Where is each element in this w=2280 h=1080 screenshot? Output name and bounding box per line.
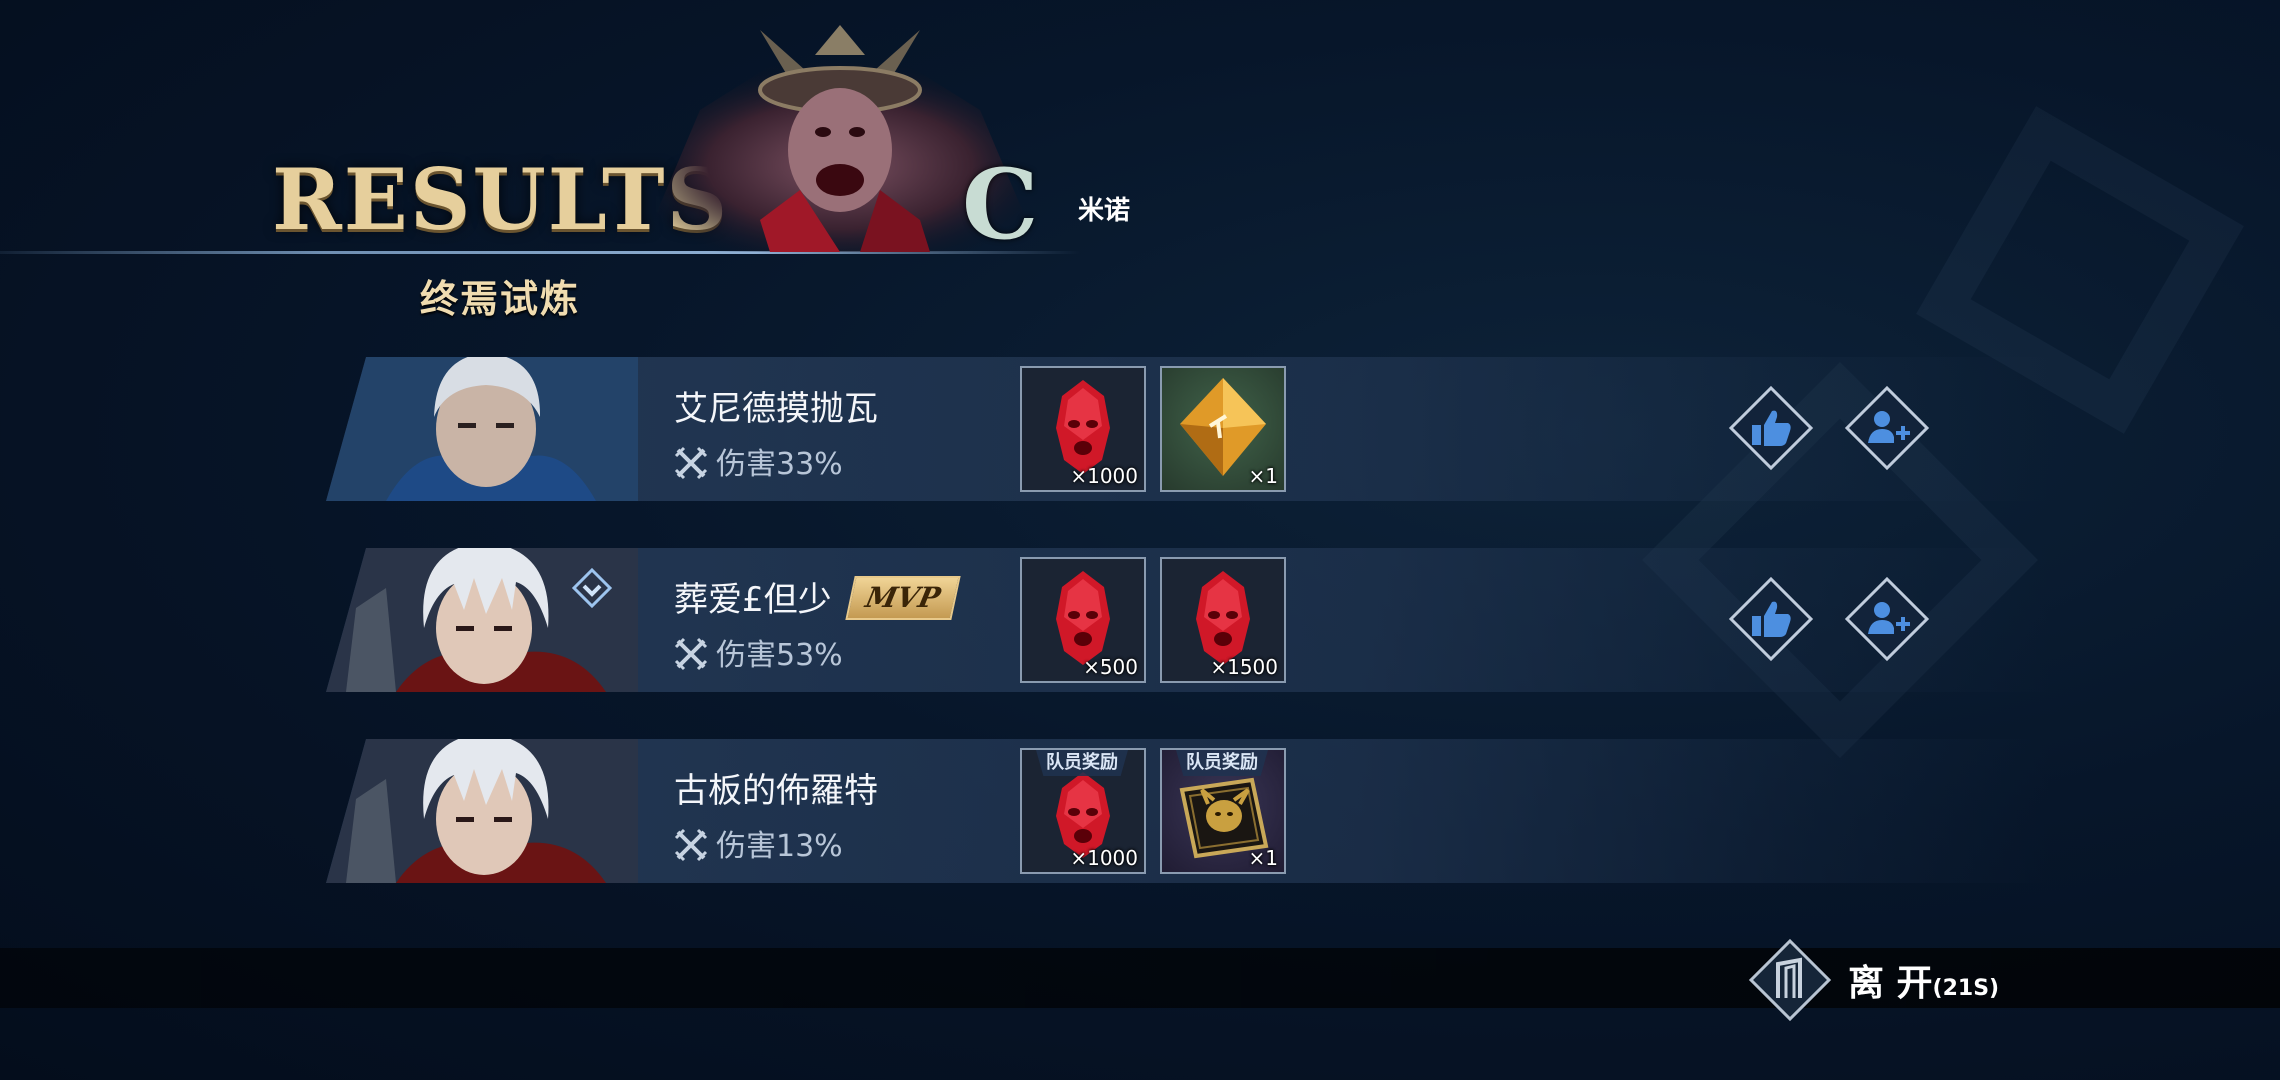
damage-label: 伤害 bbox=[716, 829, 776, 864]
reward-quantity: ×1000 bbox=[1070, 846, 1138, 870]
damage-percent: 53% bbox=[776, 638, 843, 673]
damage-percent: 33% bbox=[776, 447, 843, 482]
crossed-swords-icon bbox=[674, 637, 708, 671]
like-button[interactable] bbox=[1728, 576, 1814, 662]
player-name: 葬爱£但少 bbox=[674, 580, 832, 620]
reward-quantity: ×1000 bbox=[1070, 464, 1138, 488]
damage-stat: 伤害33% bbox=[674, 439, 843, 483]
player-row: 艾尼德摸抛瓦 伤害33% ×1000 ×1 bbox=[326, 357, 2050, 501]
like-button[interactable] bbox=[1728, 385, 1814, 471]
add-friend-button[interactable] bbox=[1844, 385, 1930, 471]
crossed-swords-icon bbox=[674, 828, 708, 862]
exit-door-icon bbox=[1748, 938, 1832, 1022]
boss-name: 米诺 bbox=[1078, 196, 1131, 226]
reward-quantity: ×1500 bbox=[1210, 655, 1278, 679]
player-portrait bbox=[326, 357, 638, 501]
grade-letter: C bbox=[962, 148, 1039, 261]
player-portrait bbox=[326, 739, 638, 883]
reward-item[interactable]: ×1500 bbox=[1160, 557, 1286, 683]
rank-badge-icon bbox=[571, 567, 613, 609]
mvp-badge: MVP bbox=[845, 576, 961, 620]
reward-quantity: ×1 bbox=[1248, 846, 1278, 870]
reward-quantity: ×1 bbox=[1248, 464, 1278, 488]
reward-quantity: ×500 bbox=[1083, 655, 1138, 679]
stage-subtitle: 终焉试炼 bbox=[420, 277, 581, 321]
damage-stat: 伤害53% bbox=[674, 630, 843, 674]
reward-item[interactable]: ×1 bbox=[1160, 366, 1286, 492]
player-row: 葬爱£但少 MVP 伤害53% ×500 ×1500 bbox=[326, 548, 2050, 692]
crossed-swords-icon bbox=[674, 446, 708, 480]
reward-item[interactable]: ×1000 bbox=[1020, 366, 1146, 492]
reward-item[interactable]: 队员奖励 ×1 bbox=[1160, 748, 1286, 874]
leave-text: 离 开 bbox=[1848, 963, 1933, 1004]
player-name: 古板的佈羅特 bbox=[674, 771, 878, 811]
damage-label: 伤害 bbox=[716, 447, 776, 482]
damage-percent: 13% bbox=[776, 829, 843, 864]
damage-stat: 伤害13% bbox=[674, 821, 843, 865]
reward-item[interactable]: 队员奖励 ×1000 bbox=[1020, 748, 1146, 874]
damage-label: 伤害 bbox=[716, 638, 776, 673]
player-row: 古板的佈羅特 伤害13% 队员奖励 ×1000 队员奖励 ×1 bbox=[326, 739, 2050, 883]
reward-item[interactable]: ×500 bbox=[1020, 557, 1146, 683]
add-friend-button[interactable] bbox=[1844, 576, 1930, 662]
leave-countdown: (21S) bbox=[1932, 976, 2000, 1001]
leave-label: 离 开(21S) bbox=[1848, 954, 1999, 1006]
player-name: 艾尼德摸抛瓦 bbox=[674, 389, 878, 429]
team-reward-tag: 队员奖励 bbox=[1036, 750, 1128, 776]
team-reward-tag: 队员奖励 bbox=[1176, 750, 1268, 776]
